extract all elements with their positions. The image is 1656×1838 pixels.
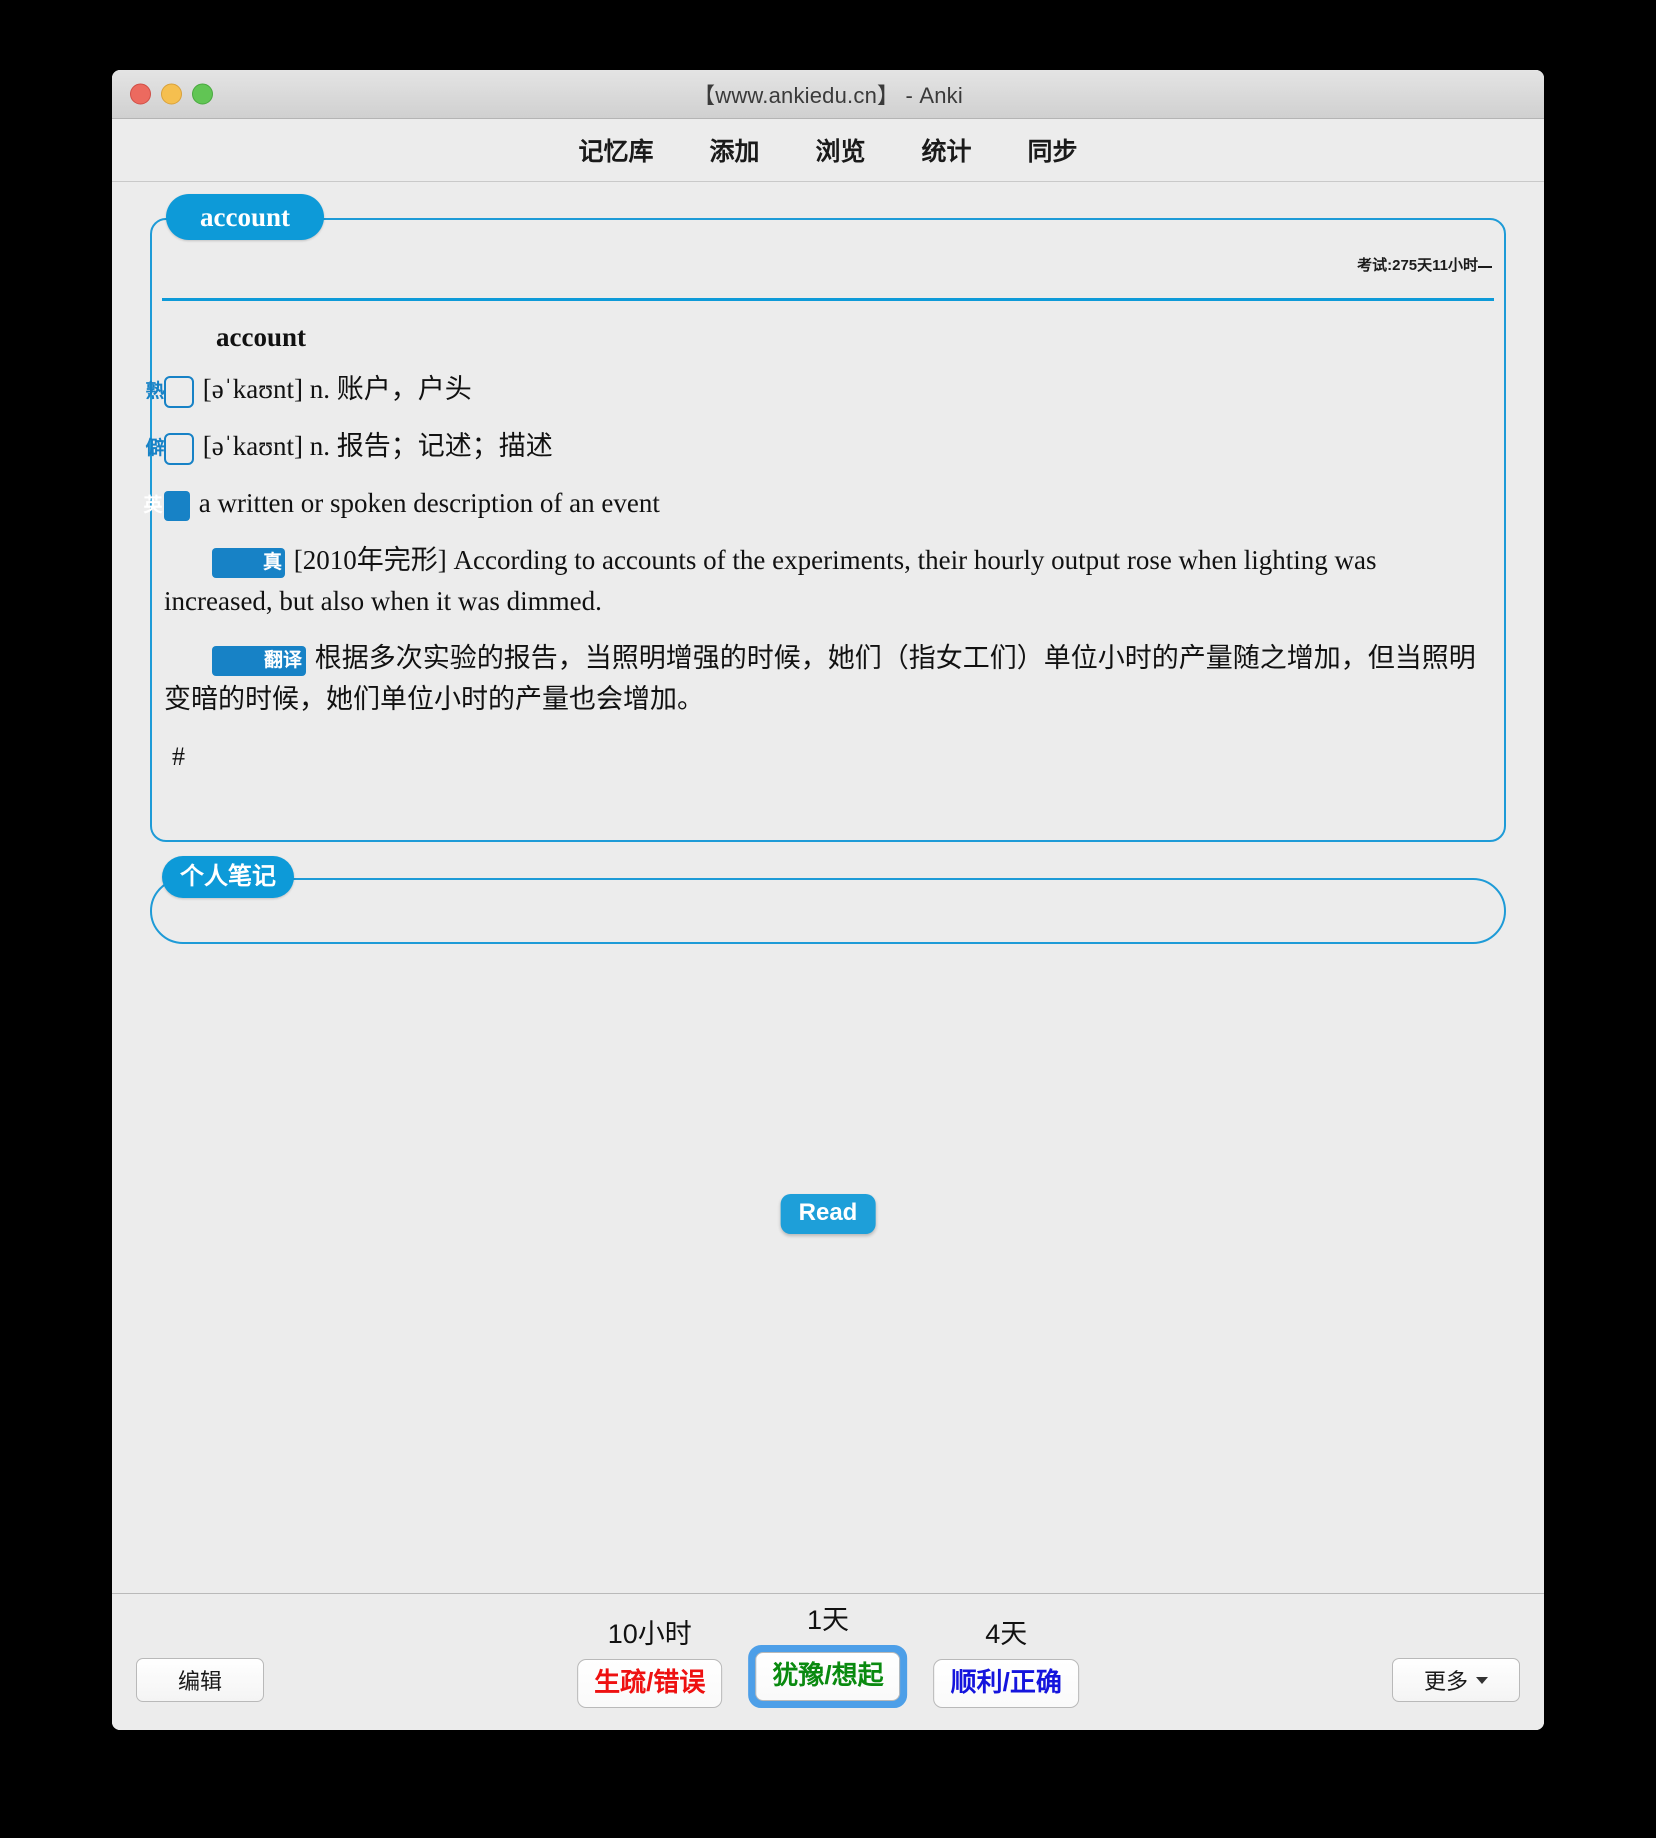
- window-title: 【www.ankiedu.cn】 - Anki: [693, 83, 963, 108]
- exam-countdown: 考试:275天11小时: [1357, 254, 1492, 275]
- minimize-button-icon[interactable]: [161, 83, 182, 105]
- interval-label-again: 10小时: [607, 1619, 692, 1650]
- notes-field-box[interactable]: 个人笔记: [150, 856, 1506, 944]
- nav-item-browse[interactable]: 浏览: [811, 130, 869, 170]
- exam-countdown-tail: [1478, 266, 1492, 268]
- badge-fanyi-icon: 翻译: [212, 646, 307, 677]
- answer-button-good[interactable]: 顺利/正确: [933, 1659, 1079, 1708]
- answer-column-again: 10小时 生疏/错误: [577, 1612, 723, 1708]
- badge-pi-icon: 僻: [145, 433, 194, 466]
- nav-item-decks[interactable]: 记忆库: [574, 130, 657, 170]
- main-navbar: 记忆库 添加 浏览 统计 同步: [112, 119, 1544, 182]
- close-button-icon[interactable]: [130, 83, 151, 105]
- card-body: account 熟 [əˈkaʊnt] n. 账户，户头 僻 [əˈkaʊnt]…: [143, 312, 1490, 772]
- entry-rare-text: [əˈkaʊnt] n. 报告；记述；描述: [202, 431, 553, 462]
- nav-item-sync[interactable]: 同步: [1024, 130, 1082, 170]
- entry-english-def: 英 a written or spoken description of an …: [143, 483, 1484, 524]
- card-trailing-marker: #: [172, 742, 185, 772]
- anki-window: 【www.ankiedu.cn】 - Anki 记忆库 添加 浏览 统计 同步 …: [112, 70, 1544, 1730]
- card-field-legend: account: [166, 194, 324, 240]
- window-titlebar: 【www.ankiedu.cn】 - Anki: [112, 70, 1544, 119]
- entry-exam-sentence: 真 [2010年完形] According to accounts of the…: [164, 540, 1484, 622]
- entry-familiar-text: [əˈkaʊnt] n. 账户，户头: [202, 374, 472, 404]
- more-button[interactable]: 更多: [1392, 1658, 1520, 1702]
- card-header-divider: [162, 298, 1494, 301]
- review-content-area: account 考试:275天11小时 account 熟 [əˈkaʊnt] …: [112, 182, 1544, 1593]
- badge-zhen-icon: 真: [212, 548, 286, 579]
- entry-rare: 僻 [əˈkaʊnt] n. 报告；记述；描述: [145, 426, 1484, 467]
- entry-familiar: 熟 [əˈkaʊnt] n. 账户，户头: [145, 369, 1484, 410]
- card-field-box: account 考试:275天11小时 account 熟 [əˈkaʊnt] …: [143, 194, 1506, 842]
- window-controls: [130, 83, 213, 105]
- edit-button[interactable]: 编辑: [136, 1658, 264, 1702]
- answer-buttons-group: 10小时 生疏/错误 1天 犹豫/想起 4天 顺利/正确: [577, 1598, 1079, 1708]
- review-bottom-bar: 编辑 10小时 生疏/错误 1天 犹豫/想起 4天 顺利/正确 更多: [112, 1593, 1544, 1730]
- card-headword: account: [216, 322, 306, 352]
- notes-field-legend: 个人笔记: [162, 856, 294, 898]
- answer-button-hard-focus-ring: 犹豫/想起: [748, 1645, 908, 1708]
- answer-column-hard: 1天 犹豫/想起: [748, 1598, 908, 1708]
- read-button[interactable]: Read: [780, 1194, 876, 1234]
- answer-button-again[interactable]: 生疏/错误: [577, 1659, 723, 1708]
- badge-ying-icon: 英: [143, 491, 190, 522]
- answer-button-hard[interactable]: 犹豫/想起: [755, 1652, 901, 1701]
- zoom-button-icon[interactable]: [192, 83, 213, 105]
- more-button-label: 更多: [1423, 1669, 1468, 1694]
- entry-english-def-text: a written or spoken description of an ev…: [198, 488, 660, 519]
- interval-label-good: 4天: [985, 1619, 1028, 1650]
- chevron-down-icon: [1476, 1676, 1488, 1684]
- entry-translation: 翻译 根据多次实验的报告，当照明增强的时候，她们（指女工们）单位小时的产量随之增…: [164, 638, 1484, 720]
- exam-countdown-text: 考试:275天11小时: [1357, 257, 1478, 274]
- badge-shu-icon: 熟: [145, 376, 194, 408]
- nav-item-stats[interactable]: 统计: [918, 130, 976, 170]
- entry-exam-sentence-text: [2010年完形] According to accounts of the e…: [164, 545, 1377, 617]
- interval-label-hard: 1天: [806, 1605, 850, 1636]
- answer-column-good: 4天 顺利/正确: [933, 1612, 1079, 1708]
- nav-item-add[interactable]: 添加: [705, 130, 763, 170]
- entry-translation-text: 根据多次实验的报告，当照明增强的时候，她们（指女工们）单位小时的产量随之增加，但…: [164, 643, 1476, 715]
